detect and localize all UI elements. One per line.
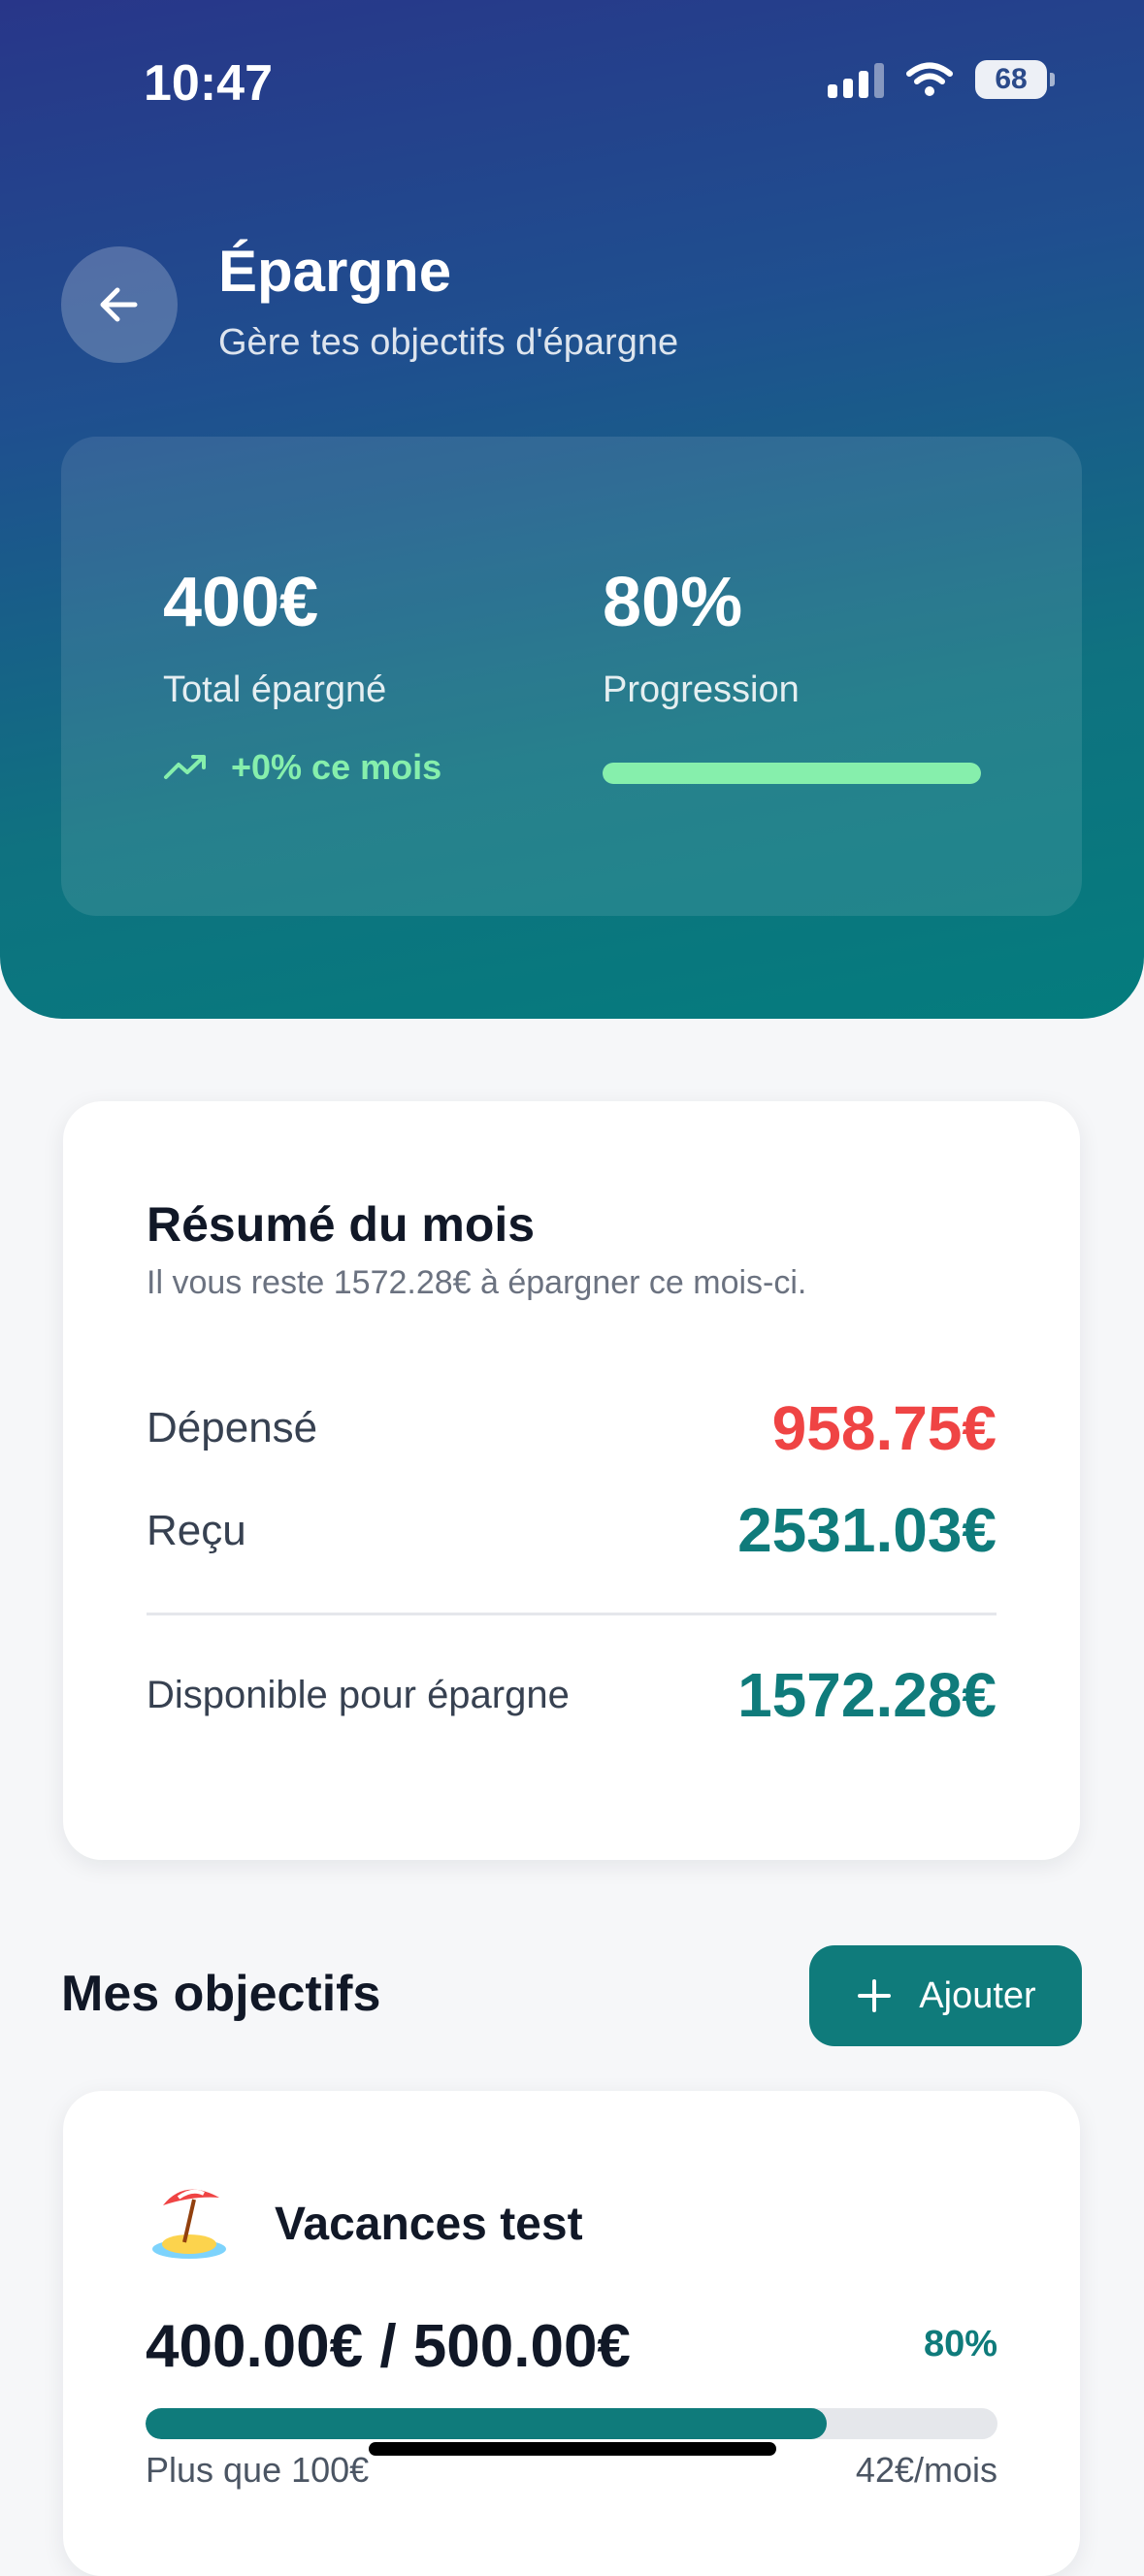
goal-monthly: 42€/mois [855,2450,997,2490]
goal-card[interactable]: Vacances test 400.00€ / 500.00€ 80% Plus… [63,2091,1080,2576]
back-button[interactable] [61,246,178,363]
summary-title: Résumé du mois [147,1197,536,1252]
home-indicator [369,2442,776,2456]
available-value: 1572.28€ [737,1660,997,1730]
trend-text: +0% ce mois [231,747,442,787]
goal-name: Vacances test [275,2199,583,2250]
wifi-icon [906,62,953,96]
monthly-summary-card: Résumé du mois Il vous reste 1572.28€ à … [63,1101,1080,1860]
received-value: 2531.03€ [737,1495,997,1565]
progression-label: Progression [603,669,800,710]
total-saved-value: 400€ [163,564,319,641]
battery-icon: 68 [975,60,1055,99]
progression-value: 80% [603,564,743,641]
goal-progress-bar [146,2408,997,2439]
goal-remaining: Plus que 100€ [146,2450,370,2490]
cellular-signal-icon [828,61,884,98]
page-title: Épargne [218,239,452,304]
spent-value: 958.75€ [771,1393,997,1463]
spent-label: Dépensé [147,1404,318,1451]
plus-icon [858,1979,892,2012]
goals-section-title: Mes objectifs [61,1966,381,2022]
summary-note: Il vous reste 1572.28€ à épargner ce moi… [147,1264,807,1301]
goal-percent: 80% [923,2324,997,2364]
goal-amount: 400.00€ / 500.00€ [146,2313,631,2380]
goal-progress-fill [146,2408,828,2439]
progression-bar-fill [603,763,981,784]
progression-bar [603,763,981,784]
page-subtitle: Gère tes objectifs d'épargne [218,322,679,363]
header-banner: 10:47 68 Épargne Gère tes objectifs d'ép… [0,0,1144,1019]
add-goal-label: Ajouter [919,1974,1036,2016]
add-goal-button[interactable]: Ajouter [809,1945,1082,2046]
arrow-left-icon [100,287,138,322]
available-label: Disponible pour épargne [147,1674,570,1716]
monthly-trend: +0% ce mois [163,747,441,788]
received-label: Reçu [147,1507,246,1554]
status-icons: 68 [828,60,1055,99]
summary-divider [147,1613,997,1615]
beach-umbrella-icon [152,2189,226,2259]
status-time: 10:47 [144,55,273,112]
total-saved-label: Total épargné [163,669,387,710]
trending-up-icon [164,755,206,779]
